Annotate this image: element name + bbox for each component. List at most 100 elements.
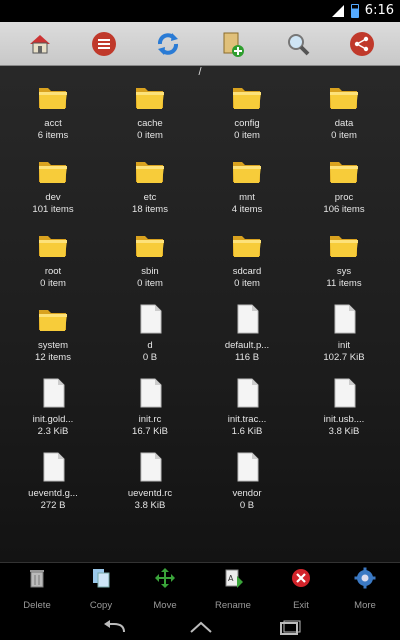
folder-item[interactable]: sys 11 items xyxy=(296,228,392,302)
item-name: acct xyxy=(44,118,62,129)
share-button[interactable] xyxy=(346,28,378,60)
item-name: vendor xyxy=(232,488,262,499)
folder-icon xyxy=(136,88,164,109)
item-info: 4 items xyxy=(231,204,263,215)
copy-icon xyxy=(93,569,110,588)
folder-item[interactable]: data 0 item xyxy=(296,80,392,154)
menu-icon xyxy=(92,32,116,56)
item-info: 2.3 KiB xyxy=(37,426,69,437)
folder-item[interactable]: root 0 item xyxy=(5,228,101,302)
folder-icon xyxy=(39,162,67,183)
item-info: 16.7 KiB xyxy=(132,426,168,437)
back-icon xyxy=(104,620,125,633)
item-name: root xyxy=(44,266,62,277)
item-info: 116 B xyxy=(234,352,260,363)
file-item[interactable]: init.rc 16.7 KiB xyxy=(102,376,198,450)
menu-button[interactable] xyxy=(88,28,120,60)
file-item[interactable]: init.gold... 2.3 KiB xyxy=(5,376,101,450)
bottom-action-bar: Delete Copy Move A Rename Exit More xyxy=(0,562,400,616)
item-name: system xyxy=(37,340,69,351)
item-name: mnt xyxy=(239,192,255,203)
more-button[interactable]: More xyxy=(332,563,398,617)
file-item[interactable]: init.trac... 1.6 KiB xyxy=(199,376,295,450)
gear-icon xyxy=(354,567,376,589)
folder-icon xyxy=(233,162,261,183)
file-item[interactable]: init.usb.... 3.8 KiB xyxy=(296,376,392,450)
folder-item[interactable]: mnt 4 items xyxy=(199,154,295,228)
folder-icon xyxy=(330,162,358,183)
item-info: 0 item xyxy=(331,130,357,141)
home-icon xyxy=(30,35,50,54)
battery-icon xyxy=(350,3,359,18)
home-button[interactable] xyxy=(24,28,56,60)
nav-home-button[interactable] xyxy=(188,620,214,636)
file-item[interactable]: ueventd.rc 3.8 KiB xyxy=(102,450,198,524)
new-file-button[interactable] xyxy=(216,28,248,60)
item-info: 1.6 KiB xyxy=(231,426,263,437)
item-name: ueventd.g... xyxy=(28,488,78,499)
folder-icon xyxy=(233,236,261,257)
item-info: 106 items xyxy=(323,204,365,215)
item-info: 11 items xyxy=(326,278,362,289)
item-name: default.p... xyxy=(224,340,270,351)
item-info: 3.8 KiB xyxy=(134,500,166,511)
item-name: sbin xyxy=(141,266,159,277)
item-info: 272 B xyxy=(40,500,66,511)
nav-recents-button[interactable] xyxy=(276,620,302,636)
file-icon xyxy=(140,452,162,482)
item-name: d xyxy=(147,340,153,351)
share-icon xyxy=(350,32,374,56)
file-icon xyxy=(334,304,356,334)
file-item[interactable]: init 102.7 KiB xyxy=(296,302,392,376)
folder-item[interactable]: proc 106 items xyxy=(296,154,392,228)
search-button[interactable] xyxy=(282,28,314,60)
file-manager-app: / acct 6 items cache 0 item config 0 item d… xyxy=(0,22,400,616)
folder-item[interactable]: cache 0 item xyxy=(102,80,198,154)
item-name: sdcard xyxy=(232,266,262,277)
item-name: sys xyxy=(336,266,352,277)
folder-item[interactable]: config 0 item xyxy=(199,80,295,154)
copy-button[interactable]: Copy xyxy=(68,563,134,617)
nav-back-button[interactable] xyxy=(102,620,128,636)
file-item[interactable]: vendor 0 B xyxy=(199,450,295,524)
file-icon xyxy=(43,452,65,482)
rename-button[interactable]: A Rename xyxy=(200,563,266,617)
delete-button[interactable]: Delete xyxy=(4,563,70,617)
folder-item[interactable]: system 12 items xyxy=(5,302,101,376)
folder-icon xyxy=(330,88,358,109)
file-icon xyxy=(237,452,259,482)
exit-button[interactable]: Exit xyxy=(268,563,334,617)
item-name: etc xyxy=(143,192,157,203)
item-info: 101 items xyxy=(32,204,74,215)
move-arrows-icon xyxy=(155,568,175,588)
item-info: 0 item xyxy=(137,130,163,141)
folder-icon xyxy=(330,236,358,257)
move-button[interactable]: Move xyxy=(132,563,198,617)
recents-icon xyxy=(280,620,301,635)
folder-item[interactable]: acct 6 items xyxy=(5,80,101,154)
add-file-icon xyxy=(223,32,244,57)
item-info: 0 item xyxy=(137,278,163,289)
item-name: init.trac... xyxy=(227,414,267,425)
file-icon xyxy=(237,378,259,408)
item-info: 6 items xyxy=(37,130,69,141)
rename-icon: A xyxy=(225,569,243,588)
file-item[interactable]: ueventd.g... 272 B xyxy=(5,450,101,524)
folder-item[interactable]: sbin 0 item xyxy=(102,228,198,302)
item-name: ueventd.rc xyxy=(127,488,173,499)
folder-icon xyxy=(39,310,67,331)
item-name: init.gold... xyxy=(32,414,74,425)
folder-icon xyxy=(136,236,164,257)
folder-item[interactable]: dev 101 items xyxy=(5,154,101,228)
item-name: config xyxy=(234,118,260,129)
refresh-button[interactable] xyxy=(152,28,184,60)
item-name: data xyxy=(334,118,354,129)
item-info: 0 B xyxy=(239,500,255,511)
folder-item[interactable]: etc 18 items xyxy=(102,154,198,228)
folder-item[interactable]: sdcard 0 item xyxy=(199,228,295,302)
system-nav-bar xyxy=(0,616,400,640)
file-item[interactable]: d0 B xyxy=(102,302,198,376)
item-info: 0 item xyxy=(234,278,260,289)
file-item[interactable]: default.p... 116 B xyxy=(199,302,295,376)
trash-icon xyxy=(30,570,44,588)
